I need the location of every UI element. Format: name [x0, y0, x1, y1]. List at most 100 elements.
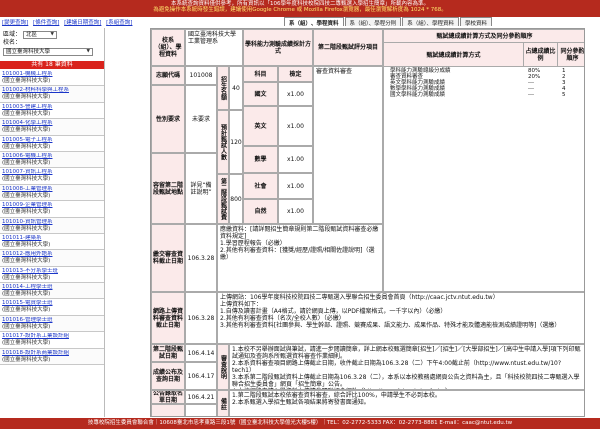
list-item[interactable]: 101008-工業管理系 (國立臺灣科技大學) [0, 184, 104, 202]
subject-weight: x1.00 [278, 106, 313, 146]
score-title: 甄試總成績計算方式及同分參酌順序 [384, 30, 584, 43]
school-header: 校系（組）、學程資料 [151, 29, 185, 66]
subject-col-header: 科目 [243, 66, 278, 82]
announce-date: 106.4.21 [185, 390, 217, 404]
result-date-label: 成績公布及查詢日期 [151, 362, 185, 390]
subject-name: 數學 [243, 146, 278, 173]
score-orders: 1 2 3 4 5 [562, 68, 584, 98]
department-name[interactable]: 101003-營建工程系 [2, 104, 102, 111]
extra-label: 容留第二階段甄試地點 [151, 153, 185, 224]
score-col-method: 甄試總成績計算方式 [384, 43, 524, 67]
tab-school-data[interactable]: 學校資料 [460, 17, 493, 27]
list-item[interactable]: 101007-資訊工程系 (國立臺灣科技大學) [0, 168, 104, 185]
department-name[interactable]: 101005-電子工程系 [2, 137, 102, 144]
subject-name: 國文 [243, 82, 278, 106]
list-item[interactable]: 101015-電資學士班 (國立臺灣科技大學) [0, 299, 104, 316]
department-name[interactable]: 101010-資訊管理系 [2, 219, 102, 226]
list-item[interactable]: 101004-化學工程系 (國立臺灣科技大學) [0, 119, 104, 136]
score-ratio: --- [528, 92, 534, 98]
code-value: 101008 [185, 66, 217, 85]
stage2-fee-label: 第二階段甄試費 [217, 174, 229, 224]
department-school: (國立臺灣科技大學) [2, 110, 51, 117]
department-school: (國立臺灣科技大學) [2, 143, 51, 150]
review-note: 1.本校不另舉辦面試與筆試，請進一步閱讀簡章，詳上網本校甄選簡章[招生]／[招生… [229, 344, 584, 390]
department-school: (國立臺灣科技大學) [2, 94, 51, 101]
upload-deadline-date: 106.3.28 [185, 292, 217, 344]
review-requirements: 應繳資料：[請詳閱招生簡章規則第二階段甄試資料審查必繳資料規定] 1.學習歷程報… [217, 224, 383, 292]
review-note-text: 1.本校不另舉辦面試與筆試，請進一步閱讀簡章，詳上網本校甄選簡章[招生]／[招生… [232, 346, 581, 389]
score-order: 5 [562, 92, 566, 98]
quota-value: 40 [229, 66, 243, 110]
department-name[interactable]: 101006-電機工程系 [2, 153, 102, 160]
score-item: 國文學科能力測驗成績 [390, 92, 446, 98]
chevron-down-icon: ▼ [86, 49, 90, 54]
department-school: (國立臺灣科技大學) [2, 323, 51, 330]
department-name[interactable]: 101011-建築系 [2, 235, 102, 242]
department-school: (國立臺灣科技大學) [2, 127, 51, 134]
code-label: 志願代碼 [151, 66, 185, 85]
department-name[interactable]: 101008-工業管理系 [2, 186, 102, 193]
list-item[interactable]: 101005-電子工程系 (國立臺灣科技大學) [0, 135, 104, 152]
list-item[interactable]: 101014-工程學士班 (國立臺灣科技大學) [0, 283, 104, 300]
nav-link-condition-query[interactable]: [條件查詢] [33, 20, 59, 26]
nav-link-change-query[interactable]: [變更查詢] [2, 20, 28, 26]
stage2-item: 審查資料審查 [313, 66, 383, 224]
review-deadline-date: 106.3.28 [185, 224, 217, 292]
department-school: (國立臺灣科技大學) [2, 225, 51, 232]
notice-line-2: 為避免操作本系統時發生錯誤，建議使用Google Chrome 或 Mozill… [153, 6, 447, 13]
list-item[interactable]: 101003-營建工程系 (國立臺灣科技大學) [0, 102, 104, 120]
ability-header: 學科能力測驗成績採計方式 [243, 29, 313, 66]
tab-dept-data-2[interactable]: 系（組）、學程資料 [402, 17, 460, 27]
region-value: 北區 [26, 31, 38, 38]
tab-dept-data[interactable]: 系（組）、學程資料 [284, 17, 344, 27]
nav-link-date-query[interactable]: [建議日期查詢] [64, 20, 101, 26]
score-box: 甄試總成績計算方式及同分參酌順序 甄試總成績計算方式 占總成績比例 同分參酌順序… [383, 29, 584, 292]
remark: 1.第二階段甄試本校依審查資料審查，綜合評比100%，申請學生不必到本校。 2.… [229, 390, 584, 416]
department-school: (國立臺灣科技大學) [2, 241, 51, 248]
school-name: 國立臺灣科技大學 工業管理系 [185, 29, 243, 66]
review-requirements-text: 應繳資料：[請詳閱招生簡章規則第二階段甄試資料審查必繳資料規定] 1.學習歷程報… [220, 226, 379, 261]
list-item[interactable]: 101001-機械工程系 (國立臺灣科技大學) [0, 70, 104, 87]
department-school: (國立臺灣科技大學) [2, 258, 51, 265]
remark-text: 1.第二階段甄試本校依審查資料審查，綜合評比100%，申請學生不必到本校。 2.… [232, 392, 441, 406]
list-item[interactable]: 101006-電機工程系 (國立臺灣科技大學) [0, 151, 104, 169]
score-columns: 甄試總成績計算方式 占總成績比例 同分參酌順序 [384, 43, 584, 67]
subject-weight: x1.00 [278, 173, 313, 199]
list-item[interactable]: 101011-建築系 (國立臺灣科技大學) [0, 233, 104, 251]
department-name[interactable]: 101016-管理學士班 [2, 317, 102, 324]
list-item[interactable]: 101012-應用外語系 (國立臺灣科技大學) [0, 250, 104, 267]
extra-value: 詳見“備註說明” [185, 153, 217, 224]
list-item[interactable]: 101009-企業管理系 (國立臺灣科技大學) [0, 201, 104, 218]
department-school: (國立臺灣科技大學) [2, 291, 51, 298]
list-item[interactable]: 101017-設計系工業設計組 (國立臺灣科技大學) [0, 332, 104, 349]
tab-bar: 系（組）、學程資料 系（組）、學程分則 系（組）、學程資料 學校資料 [284, 17, 493, 27]
subject-name: 社會 [243, 173, 278, 199]
department-school: (國立臺灣科技大學) [2, 176, 51, 183]
department-school: (國立臺灣科技大學) [2, 307, 51, 314]
filter-panel: 區域： 北區 ▼ 校名： 國立臺灣科技大學 ▼ [0, 28, 104, 58]
upload-instructions-text: 上傳網站：106學年度科技校院四技二專甄選入學聯合招生委員會首頁（http://… [220, 294, 561, 329]
list-item[interactable]: 101010-資訊管理系 (國立臺灣科技大學) [0, 217, 104, 234]
list-item[interactable]: 101018-設計系商業設計組 (國立臺灣科技大學) [0, 348, 104, 366]
left-nav: [變更查詢] [條件查詢] [建議日期查詢] [系組查詢] [2, 18, 135, 26]
department-name[interactable]: 101018-設計系商業設計組 [2, 350, 102, 357]
nav-row: [變更查詢] [條件查詢] [建議日期查詢] [系組查詢] 系（組）、學程資料 … [0, 17, 600, 27]
result-date: 106.4.17 [185, 362, 217, 390]
department-name[interactable]: 101001-機械工程系 [2, 71, 102, 78]
screen-label: 預計甄試人數 [217, 110, 229, 174]
stage2-header: 第二階段甄試評分項目 [313, 29, 383, 66]
score-col-ratio: 占總成績比例 [524, 43, 558, 67]
tab-dept-rules[interactable]: 系（組）、學程分則 [344, 17, 402, 27]
region-select[interactable]: 北區 ▼ [23, 30, 58, 39]
list-item[interactable]: 101013-不分系學士班 (國立臺灣科技大學) [0, 266, 104, 284]
list-item[interactable]: 101002-材料科學與工程系 (國立臺灣科技大學) [0, 86, 104, 103]
nav-link-dept-query[interactable]: [系組查詢] [106, 20, 132, 26]
list-item[interactable]: 101016-管理學士班 (國立臺灣科技大學) [0, 315, 104, 333]
department-school: (國立臺灣科技大學) [2, 192, 51, 199]
score-items: 學科能力測驗總級分成績 審查資料審查 英文學科能力測驗成績 數學學科能力測驗成績… [390, 68, 520, 98]
school-select[interactable]: 國立臺灣科技大學 ▼ [3, 48, 93, 56]
department-name[interactable]: 101013-不分系學士班 [2, 268, 102, 275]
announce-label: 公告錄取名單日期 [151, 390, 185, 404]
notice-banner: 本系統查詢資料僅供參考，所有資訊以「106學年度科技校院四技二專甄選入學招生簡章… [0, 0, 600, 17]
stage2-date: 106.4.14 [185, 344, 217, 362]
